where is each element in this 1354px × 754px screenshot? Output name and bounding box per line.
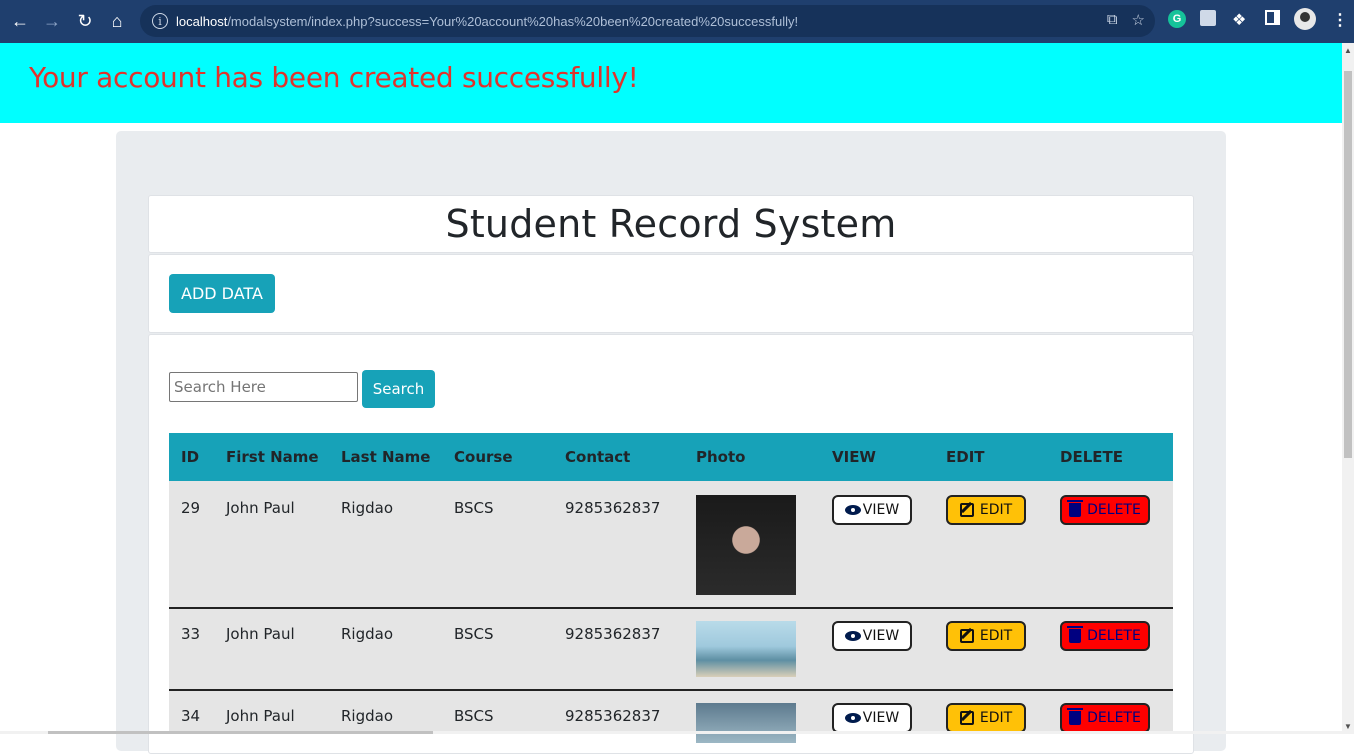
- delete-button[interactable]: DELETE: [1060, 703, 1150, 733]
- add-data-button[interactable]: ADD DATA: [169, 274, 275, 313]
- header-id: ID: [181, 448, 200, 466]
- edit-icon: [959, 711, 974, 725]
- view-button[interactable]: VIEW: [832, 495, 912, 525]
- header-delete: DELETE: [1060, 448, 1123, 466]
- header-edit: EDIT: [946, 448, 985, 466]
- student-photo: [696, 495, 796, 595]
- edit-button[interactable]: EDIT: [946, 495, 1026, 525]
- cell-id: 33: [181, 625, 201, 643]
- browser-toolbar: ← → ↻ ⌂ i localhost/modalsystem/index.ph…: [0, 0, 1354, 43]
- address-bar[interactable]: i localhost/modalsystem/index.php?succes…: [140, 5, 1155, 37]
- extensions-puzzle-icon[interactable]: ❖: [1232, 10, 1246, 30]
- url-host: localhost: [176, 13, 228, 29]
- cell-first-name: John Paul: [226, 499, 295, 517]
- student-photo: [696, 621, 796, 677]
- header-first-name: First Name: [226, 448, 319, 466]
- cell-first-name: John Paul: [226, 625, 295, 643]
- delete-label: DELETE: [1087, 502, 1141, 518]
- edit-button[interactable]: EDIT: [946, 703, 1026, 733]
- home-icon[interactable]: ⌂: [101, 5, 133, 37]
- edit-label: EDIT: [979, 502, 1013, 518]
- page-title: Student Record System: [445, 202, 897, 246]
- search-input[interactable]: [169, 372, 358, 402]
- scroll-up-icon[interactable]: ▲: [1344, 46, 1352, 55]
- search-button[interactable]: Search: [362, 370, 435, 408]
- cell-first-name: John Paul: [226, 707, 295, 725]
- header-course: Course: [454, 448, 513, 466]
- view-label: VIEW: [862, 710, 900, 726]
- delete-button[interactable]: DELETE: [1060, 621, 1150, 651]
- cell-contact: 9285362837: [565, 707, 661, 725]
- table-row: 34 John Paul Rigdao BSCS 9285362837 VIEW…: [169, 691, 1173, 743]
- eye-icon: [844, 713, 861, 723]
- trash-icon: [1067, 626, 1084, 643]
- header-view: VIEW: [832, 448, 876, 466]
- success-message: Your account has been created successful…: [29, 61, 639, 94]
- vertical-scrollbar[interactable]: ▲ ▼: [1342, 43, 1354, 734]
- site-info-icon[interactable]: i: [152, 13, 168, 29]
- scrollbar-thumb[interactable]: [1344, 71, 1352, 458]
- table-header: ID First Name Last Name Course Contact P…: [169, 433, 1173, 481]
- trash-icon: [1067, 708, 1084, 725]
- table-row: 29 John Paul Rigdao BSCS 9285362837 VIEW…: [169, 481, 1173, 609]
- browser-menu-icon[interactable]: ⋮: [1332, 10, 1348, 30]
- header-last-name: Last Name: [341, 448, 431, 466]
- success-banner: Your account has been created successful…: [0, 43, 1342, 123]
- edit-button[interactable]: EDIT: [946, 621, 1026, 651]
- view-label: VIEW: [862, 502, 900, 518]
- save-extension-icon[interactable]: [1200, 10, 1216, 26]
- add-card: ADD DATA: [148, 254, 1194, 333]
- cell-id: 29: [181, 499, 201, 517]
- bookmark-star-icon[interactable]: ☆: [1132, 11, 1145, 29]
- grammarly-extension-icon[interactable]: G: [1168, 10, 1186, 28]
- eye-icon: [844, 505, 861, 515]
- eye-icon: [844, 631, 861, 641]
- back-icon[interactable]: ←: [4, 5, 36, 37]
- header-contact: Contact: [565, 448, 631, 466]
- delete-label: DELETE: [1087, 710, 1141, 726]
- title-card: Student Record System: [148, 195, 1194, 253]
- edit-label: EDIT: [979, 628, 1013, 644]
- scroll-down-icon[interactable]: ▼: [1344, 722, 1352, 731]
- cell-last-name: Rigdao: [341, 625, 394, 643]
- edit-icon: [959, 503, 974, 517]
- share-icon[interactable]: ⧉: [1107, 11, 1118, 29]
- side-panel-icon[interactable]: [1265, 10, 1280, 25]
- student-photo: [696, 703, 796, 743]
- table-row: 33 John Paul Rigdao BSCS 9285362837 VIEW…: [169, 609, 1173, 691]
- cell-course: BSCS: [454, 499, 494, 517]
- forward-icon[interactable]: →: [36, 5, 68, 37]
- cell-id: 34: [181, 707, 201, 725]
- cell-contact: 9285362837: [565, 625, 661, 643]
- view-label: VIEW: [862, 628, 900, 644]
- cell-contact: 9285362837: [565, 499, 661, 517]
- edit-icon: [959, 629, 974, 643]
- url-text: localhost/modalsystem/index.php?success=…: [176, 14, 798, 29]
- profile-avatar-icon[interactable]: [1294, 8, 1316, 30]
- header-photo: Photo: [696, 448, 746, 466]
- view-button[interactable]: VIEW: [832, 703, 912, 733]
- cell-last-name: Rigdao: [341, 707, 394, 725]
- cell-last-name: Rigdao: [341, 499, 394, 517]
- reload-icon[interactable]: ↻: [69, 5, 101, 37]
- delete-label: DELETE: [1087, 628, 1141, 644]
- delete-button[interactable]: DELETE: [1060, 495, 1150, 525]
- url-path: /modalsystem/index.php?success=Your%20ac…: [227, 13, 799, 29]
- cell-course: BSCS: [454, 625, 494, 643]
- trash-icon: [1067, 500, 1084, 517]
- cell-course: BSCS: [454, 707, 494, 725]
- view-button[interactable]: VIEW: [832, 621, 912, 651]
- edit-label: EDIT: [979, 710, 1013, 726]
